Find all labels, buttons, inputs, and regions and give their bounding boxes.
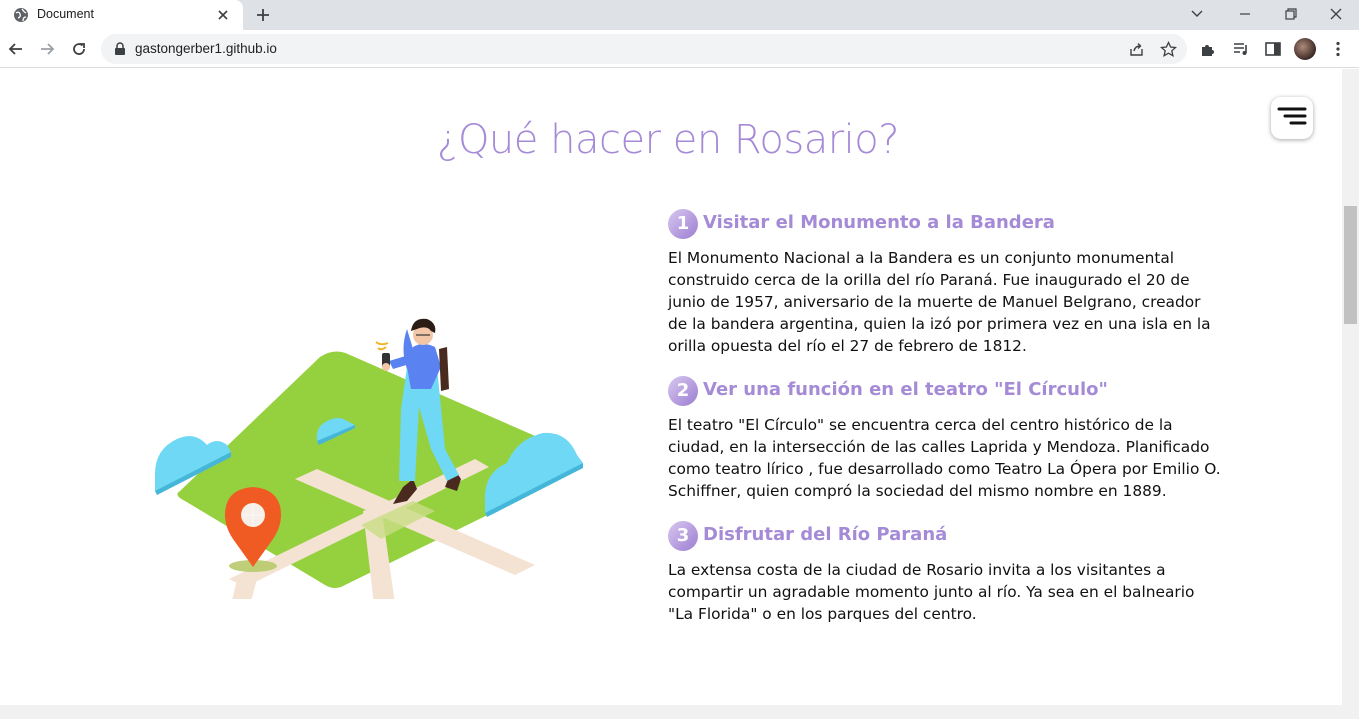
number-badge: 3 — [668, 521, 698, 551]
minimize-icon[interactable] — [1234, 4, 1256, 24]
item-description: El Monumento Nacional a la Bandera es un… — [668, 249, 1211, 355]
plus-icon[interactable] — [254, 6, 272, 24]
number-badge: 2 — [668, 376, 698, 406]
vertical-scrollbar[interactable] — [1342, 69, 1359, 705]
chevron-down-icon[interactable] — [1186, 4, 1208, 24]
bottom-strip — [0, 705, 1359, 719]
address-bar[interactable]: gastongerber1.github.io — [101, 34, 1187, 64]
page-viewport: ¿Qué hacer en Rosario? 1 Visitar el Monu… — [0, 69, 1342, 705]
item-description: La extensa costa de la ciudad de Rosario… — [668, 561, 1195, 623]
extensions-icon[interactable] — [1199, 40, 1217, 58]
browser-toolbar: gastongerber1.github.io — [0, 30, 1359, 68]
item-title: Disfrutar del Río Paraná — [703, 524, 948, 545]
reload-icon[interactable] — [69, 39, 89, 59]
item-title: Visitar el Monumento a la Bandera — [703, 212, 1055, 233]
restore-icon[interactable] — [1279, 4, 1301, 24]
activity-item-2: 2 Ver una función en el teatro "El Círcu… — [668, 374, 1228, 502]
item-description: El teatro "El Círculo" se encuentra cerc… — [668, 416, 1221, 500]
side-panel-icon[interactable] — [1264, 40, 1282, 58]
tab-strip: Document — [0, 0, 1359, 30]
page-title: ¿Qué hacer en Rosario? — [437, 117, 900, 163]
star-icon[interactable] — [1160, 41, 1177, 58]
lock-icon[interactable] — [114, 42, 126, 56]
item-title: Ver una función en el teatro "El Círculo… — [703, 379, 1108, 400]
scrollbar-thumb[interactable] — [1344, 206, 1357, 324]
browser-tab[interactable]: Document — [0, 0, 243, 30]
activity-item-1: 1 Visitar el Monumento a la Bandera El M… — [668, 207, 1228, 357]
rosario-map-illustration — [155, 318, 583, 599]
globe-icon — [14, 8, 28, 22]
share-icon[interactable] — [1128, 41, 1145, 58]
back-icon[interactable] — [6, 39, 26, 59]
avatar[interactable] — [1294, 38, 1316, 60]
menu-button[interactable] — [1271, 97, 1313, 139]
tab-title: Document — [37, 7, 94, 21]
forward-icon[interactable] — [37, 39, 57, 59]
close-icon[interactable] — [215, 7, 231, 23]
activity-item-3: 3 Disfrutar del Río Paraná La extensa co… — [668, 519, 1228, 625]
media-icon[interactable] — [1232, 40, 1250, 58]
close-window-icon[interactable] — [1325, 4, 1347, 24]
hamburger-menu-icon — [1277, 107, 1307, 125]
kebab-menu-icon[interactable] — [1329, 40, 1347, 58]
url-text[interactable]: gastongerber1.github.io — [135, 41, 277, 56]
number-badge: 1 — [668, 209, 698, 239]
